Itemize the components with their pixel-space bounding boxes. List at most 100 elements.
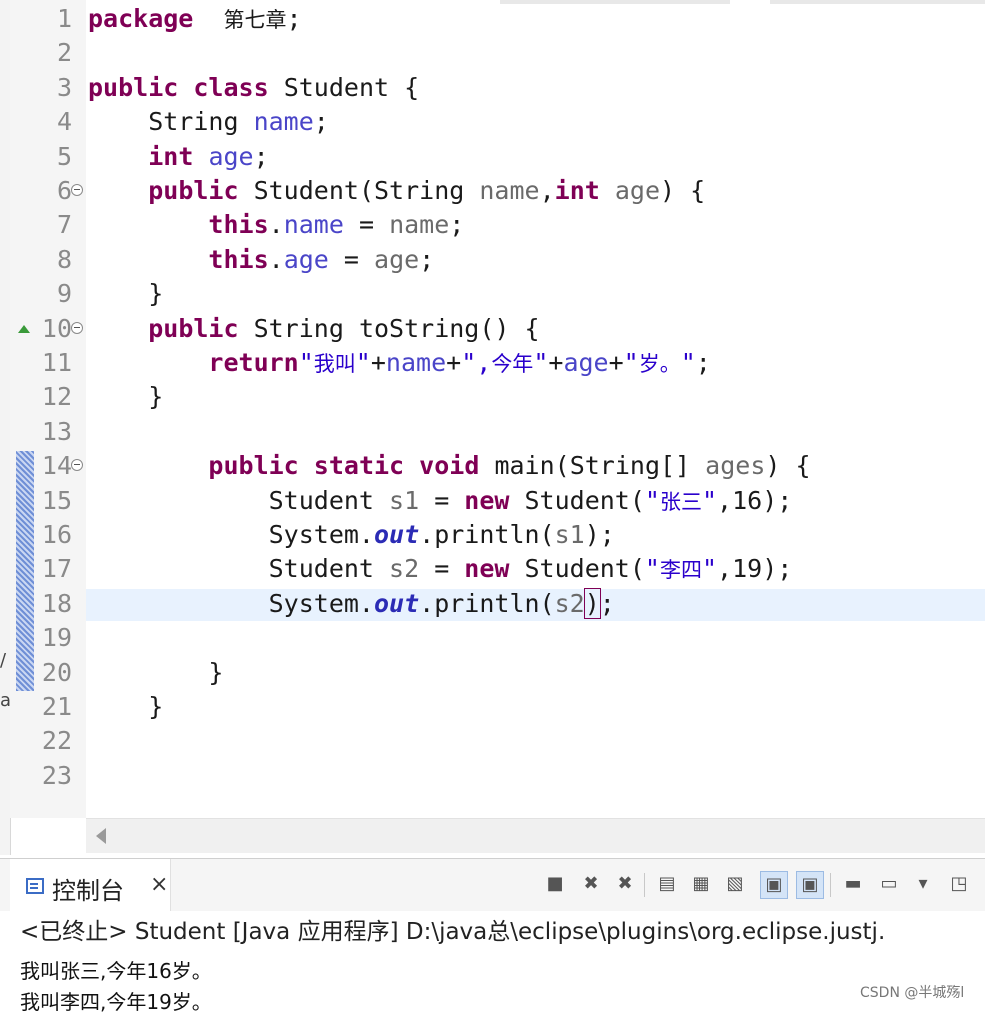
code-text: }	[88, 277, 163, 311]
code-token: Student	[88, 554, 390, 584]
code-text: public Student(String name,int age) {	[88, 174, 705, 208]
code-token: =	[419, 485, 465, 515]
code-token: Student(	[509, 485, 645, 515]
code-line[interactable]: 2	[0, 36, 985, 70]
terminate-icon[interactable]: ■	[542, 871, 568, 897]
code-line[interactable]: 1 package 第七章;	[0, 2, 985, 36]
scroll-left-icon[interactable]	[96, 828, 106, 844]
code-token: Student(	[509, 554, 645, 584]
code-token: 张三	[659, 489, 702, 514]
code-token: name	[283, 210, 344, 240]
console-output-line: 我叫张三,今年16岁。	[20, 959, 212, 983]
code-token: age	[374, 244, 420, 274]
pin-console-icon[interactable]: ▬	[840, 871, 866, 897]
code-line[interactable]: 5 int age;	[0, 140, 985, 174]
close-icon[interactable]: ×	[150, 872, 168, 897]
fold-toggle-icon[interactable]	[71, 459, 83, 472]
code-token: .	[268, 210, 284, 240]
scroll-lock-icon[interactable]: ▦	[688, 871, 714, 897]
dropdown-icon[interactable]: ▾	[910, 871, 936, 897]
code-line[interactable]: 14 public static void main(String[] ages…	[0, 449, 985, 483]
fold-toggle-icon[interactable]	[71, 321, 83, 334]
code-token: name	[385, 348, 447, 377]
code-token: name	[389, 210, 450, 240]
code-token: 第七章	[223, 8, 287, 32]
line-number: 4	[56, 107, 72, 137]
code-text: System.out.println(s1);	[88, 518, 615, 552]
code-token: int	[554, 176, 600, 205]
code-token: ;	[599, 588, 615, 618]
code-token: +	[608, 348, 624, 377]
horizontal-scrollbar[interactable]	[86, 818, 985, 853]
toolbar-separator	[830, 873, 831, 897]
code-token: package	[88, 4, 194, 33]
code-line[interactable]: 8 this.age = age;	[0, 243, 985, 277]
line-number: 7	[56, 210, 72, 240]
line-number: 22	[41, 726, 72, 756]
code-token: Student(String	[238, 176, 480, 205]
code-token: "	[623, 348, 639, 377]
code-text: Student s2 = new Student("李四",19);	[88, 552, 793, 587]
code-text: }	[88, 690, 163, 724]
display-console-icon[interactable]: ▭	[876, 871, 902, 897]
word-wrap-icon[interactable]: ▧	[722, 871, 748, 897]
code-line[interactable]: 11 return"我叫"+name+",今年"+age+"岁。";	[0, 346, 985, 380]
code-line[interactable]: 16 System.out.println(s1);	[0, 518, 985, 552]
code-line[interactable]: 21 }	[0, 690, 985, 724]
remove-launch-icon[interactable]: ✖	[578, 871, 604, 897]
remove-all-icon[interactable]: ✖	[612, 871, 638, 897]
code-token: }	[88, 382, 164, 412]
code-text: System.out.println(s2);	[88, 587, 615, 621]
code-line[interactable]: 15 Student s1 = new Student("张三",16);	[0, 484, 985, 518]
line-number: 18	[41, 588, 72, 618]
code-line[interactable]: 19	[0, 621, 985, 655]
code-token: .	[268, 244, 284, 274]
code-editor[interactable]: / a 1 package 第七章; 2 3 public class Student …	[0, 0, 985, 855]
code-line[interactable]: 12 }	[0, 380, 985, 414]
code-line[interactable]: 4 String name;	[0, 105, 985, 139]
code-token: String	[88, 107, 254, 137]
code-text: }	[88, 656, 223, 690]
code-token: ;	[313, 107, 329, 137]
code-token: System.	[88, 520, 374, 549]
code-token: 李四	[659, 558, 702, 583]
code-line[interactable]: 22	[0, 724, 985, 758]
code-line[interactable]: 3 public class Student {	[0, 71, 985, 105]
new-console-icon[interactable]: ◳	[946, 871, 972, 897]
code-token: }	[88, 692, 164, 721]
code-token: public	[148, 176, 239, 205]
code-token: age	[283, 244, 329, 274]
code-token: "	[644, 554, 660, 584]
code-token: static	[313, 451, 405, 481]
code-line[interactable]: 9 }	[0, 277, 985, 311]
toolbar-separator	[644, 873, 645, 897]
show-stdout-icon[interactable]: ▣	[760, 871, 788, 899]
tab-console[interactable]: 控制台 ×	[10, 859, 171, 911]
code-token: .println(	[419, 520, 555, 549]
code-token: ;	[419, 244, 435, 274]
code-token: s2	[389, 554, 420, 584]
code-line[interactable]: 23	[0, 759, 985, 793]
code-line[interactable]: 10 public String toString() {	[0, 312, 985, 346]
code-token: age	[563, 348, 609, 377]
code-line[interactable]: 6 public Student(String name,int age) {	[0, 174, 985, 208]
line-number: 17	[41, 554, 72, 584]
fold-toggle-icon[interactable]	[71, 184, 83, 196]
code-token: 今年	[491, 352, 534, 376]
line-number: 8	[56, 244, 72, 274]
code-line[interactable]: 20 }	[0, 656, 985, 690]
override-marker-icon	[18, 324, 30, 333]
code-text: }	[88, 380, 163, 414]
code-line[interactable]: 17 Student s2 = new Student("李四",19);	[0, 552, 985, 586]
code-line[interactable]: 13	[0, 415, 985, 449]
code-token: ;	[449, 210, 465, 240]
code-line[interactable]: 18 System.out.println(s2);	[0, 587, 985, 621]
code-token: 我叫	[313, 352, 356, 376]
clear-console-icon[interactable]: ▤	[654, 871, 680, 897]
show-stderr-icon[interactable]: ▣	[796, 871, 824, 899]
code-token: new	[464, 554, 510, 584]
code-line[interactable]: 7 this.name = name;	[0, 208, 985, 242]
